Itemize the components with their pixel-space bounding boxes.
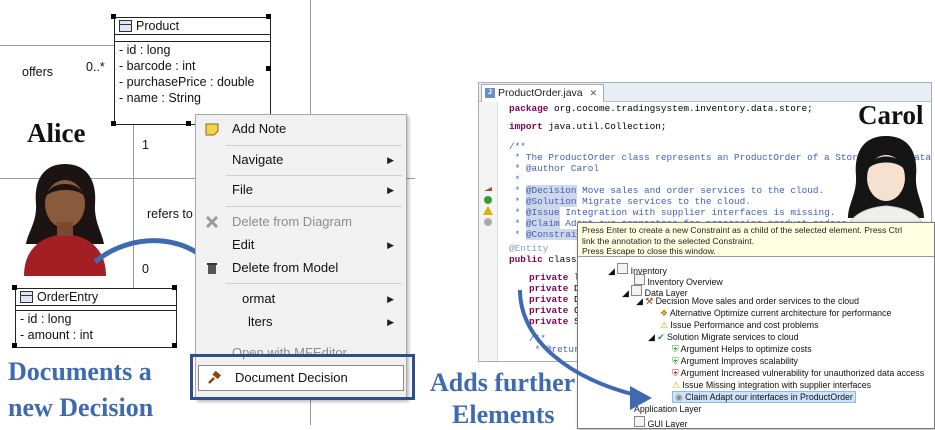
caption-line: Elements bbox=[452, 400, 555, 429]
caption-line: new Decision bbox=[8, 393, 154, 422]
tree-node-label: Claim Adapt our interfaces in ProductOrd… bbox=[685, 392, 853, 402]
tree-node-label: Issue Performance and cost problems bbox=[670, 320, 819, 330]
flow-arrow bbox=[518, 289, 652, 410]
menu-item-label: Navigate bbox=[232, 152, 284, 167]
submenu-arrow-icon: ▶ bbox=[387, 155, 394, 165]
menu-item-delete-from-model[interactable]: Delete from Model bbox=[196, 256, 406, 280]
submenu-arrow-icon: ▶ bbox=[387, 240, 394, 250]
uml-diagram-panel: Product - id : long - barcode : int - pu… bbox=[0, 0, 415, 425]
menu-separator bbox=[226, 283, 402, 284]
submenu-arrow-icon: ▶ bbox=[387, 317, 394, 327]
delete-x-icon bbox=[205, 215, 219, 229]
menu-item-label: Delete from Diagram bbox=[232, 214, 352, 229]
menu-item-label: lters bbox=[248, 314, 273, 329]
menu-separator bbox=[226, 206, 402, 207]
tree-node-label: Alternative Optimize current architectur… bbox=[669, 308, 892, 318]
note-icon bbox=[205, 123, 219, 136]
menu-item-file[interactable]: File ▶ bbox=[196, 178, 406, 202]
menu-item-edit[interactable]: Edit ▶ bbox=[196, 233, 406, 257]
submenu-arrow-icon: ▶ bbox=[387, 185, 394, 195]
menu-item-label: Delete from Model bbox=[232, 260, 339, 275]
tree-node-label: Argument Increased vulnerability for una… bbox=[680, 368, 925, 378]
tree-node[interactable]: ⛨ Argument Improves scalability bbox=[672, 356, 798, 367]
tree-node[interactable]: ⚠ Issue Missing integration with supplie… bbox=[672, 380, 871, 391]
menu-item-navigate[interactable]: Navigate ▶ bbox=[196, 148, 406, 172]
tree-node-label: Solution Migrate services to cloud bbox=[667, 332, 799, 342]
tree-node[interactable]: ⛨ Argument Helps to optimize costs bbox=[672, 344, 812, 355]
trash-icon bbox=[207, 263, 217, 274]
menu-item-label: Add Note bbox=[232, 121, 287, 136]
selected-row: ◉ Claim Adapt our interfaces in ProductO… bbox=[672, 391, 856, 403]
tree-node-selected[interactable]: ◉ Claim Adapt our interfaces in ProductO… bbox=[672, 391, 856, 403]
menu-item-filters[interactable]: lters ▶ bbox=[196, 310, 406, 334]
menu-separator bbox=[226, 145, 402, 146]
submenu-arrow-icon: ▶ bbox=[387, 294, 394, 304]
caption-line: Adds further bbox=[430, 368, 576, 397]
menu-separator bbox=[226, 175, 402, 176]
menu-item-delete-from-diagram: Delete from Diagram bbox=[196, 210, 406, 234]
tree-node-label: Argument Helps to optimize costs bbox=[680, 344, 812, 354]
tree-node[interactable]: ⚠ Issue Performance and cost problems bbox=[660, 320, 819, 331]
tree-node-label: Argument Improves scalability bbox=[680, 356, 798, 366]
highlight-box bbox=[190, 354, 415, 400]
menu-item-label: ormat bbox=[242, 291, 276, 306]
menu-item-format[interactable]: ormat ▶ bbox=[196, 287, 406, 311]
menu-item-label: Edit bbox=[232, 237, 255, 252]
tree-node[interactable]: ❖ Alternative Optimize current architect… bbox=[660, 308, 891, 319]
menu-item-add-note[interactable]: Add Note bbox=[196, 117, 406, 141]
menu-item-label: File bbox=[232, 182, 253, 197]
tree-node-label: Issue Missing integration with supplier … bbox=[682, 380, 872, 390]
caption-line: Documents a bbox=[8, 357, 152, 386]
tree-node[interactable]: ⛨ Argument Increased vulnerability for u… bbox=[672, 368, 924, 379]
carol-name-label: Carol bbox=[858, 100, 924, 130]
tree-node-label: Decision Move sales and order services t… bbox=[655, 296, 859, 306]
